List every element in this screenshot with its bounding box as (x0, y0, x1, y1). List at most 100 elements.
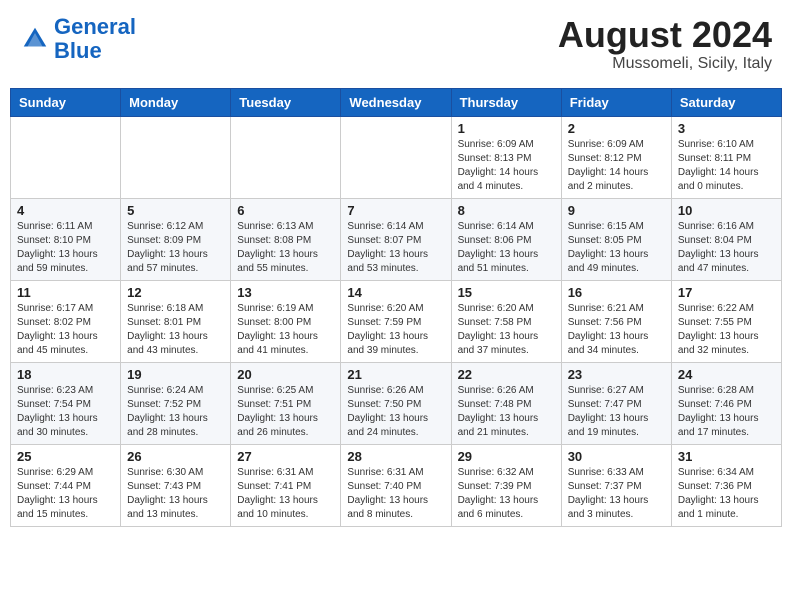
day-info: Sunrise: 6:16 AM Sunset: 8:04 PM Dayligh… (678, 220, 775, 276)
calendar-cell: 1 Sunrise: 6:09 AM Sunset: 8:13 PM Daylig… (451, 116, 561, 198)
calendar-cell: 6Sunrise: 6:13 AM Sunset: 8:08 PM Daylig… (231, 198, 341, 280)
calendar: SundayMondayTuesdayWednesdayThursdayFrid… (10, 88, 782, 527)
day-of-week-sunday: Sunday (11, 88, 121, 116)
calendar-cell: 26 Sunrise: 6:30 AM Sunset: 7:43 PM Dayli… (121, 444, 231, 526)
day-info: Sunrise: 6:31 AM Sunset: 7:41 PM Dayligh… (237, 466, 334, 522)
day-info: Sunrise: 6:26 AM Sunset: 7:48 PM Dayligh… (458, 384, 555, 440)
day-info: Sunrise: 6:31 AM Sunset: 7:40 PM Dayligh… (347, 466, 444, 522)
day-of-week-wednesday: Wednesday (341, 88, 451, 116)
day-number: 19 (127, 367, 224, 382)
day-number: 20 (237, 367, 334, 382)
day-info: Sunrise: 6:20 AM Sunset: 7:58 PM Dayligh… (458, 302, 555, 358)
day-of-week-tuesday: Tuesday (231, 88, 341, 116)
day-number: 3 (678, 121, 775, 136)
calendar-cell: 31 Sunrise: 6:34 AM Sunset: 7:36 PM Dayli… (671, 444, 781, 526)
day-number: 26 (127, 449, 224, 464)
month-year: August 2024 (558, 15, 772, 55)
day-number: 4 (17, 203, 114, 218)
calendar-cell: 13Sunrise: 6:19 AM Sunset: 8:00 PM Dayli… (231, 280, 341, 362)
title-block: August 2024 Mussomeli, Sicily, Italy (558, 15, 772, 73)
calendar-cell: 24 Sunrise: 6:28 AM Sunset: 7:46 PM Dayli… (671, 362, 781, 444)
calendar-cell: 7Sunrise: 6:14 AM Sunset: 8:07 PM Daylig… (341, 198, 451, 280)
week-row-4: 18Sunrise: 6:23 AM Sunset: 7:54 PM Dayli… (11, 362, 782, 444)
day-info: Sunrise: 6:14 AM Sunset: 8:07 PM Dayligh… (347, 220, 444, 276)
day-of-week-monday: Monday (121, 88, 231, 116)
calendar-cell: 12Sunrise: 6:18 AM Sunset: 8:01 PM Dayli… (121, 280, 231, 362)
calendar-cell: 11 Sunrise: 6:17 AM Sunset: 8:02 PM Dayli… (11, 280, 121, 362)
day-info: Sunrise: 6:27 AM Sunset: 7:47 PM Dayligh… (568, 384, 665, 440)
calendar-body: 1 Sunrise: 6:09 AM Sunset: 8:13 PM Daylig… (11, 116, 782, 526)
calendar-cell: 28 Sunrise: 6:31 AM Sunset: 7:40 PM Dayli… (341, 444, 451, 526)
week-row-3: 11 Sunrise: 6:17 AM Sunset: 8:02 PM Dayli… (11, 280, 782, 362)
day-info: Sunrise: 6:28 AM Sunset: 7:46 PM Dayligh… (678, 384, 775, 440)
logo-text: General Blue (54, 15, 136, 63)
day-info: Sunrise: 6:14 AM Sunset: 8:06 PM Dayligh… (458, 220, 555, 276)
day-number: 18 (17, 367, 114, 382)
day-number: 25 (17, 449, 114, 464)
calendar-cell: 10Sunrise: 6:16 AM Sunset: 8:04 PM Dayli… (671, 198, 781, 280)
day-info: Sunrise: 6:18 AM Sunset: 8:01 PM Dayligh… (127, 302, 224, 358)
day-number: 30 (568, 449, 665, 464)
day-info: Sunrise: 6:17 AM Sunset: 8:02 PM Dayligh… (17, 302, 114, 358)
calendar-cell: 19 Sunrise: 6:24 AM Sunset: 7:52 PM Dayli… (121, 362, 231, 444)
day-info: Sunrise: 6:33 AM Sunset: 7:37 PM Dayligh… (568, 466, 665, 522)
calendar-cell: 29Sunrise: 6:32 AM Sunset: 7:39 PM Dayli… (451, 444, 561, 526)
day-info: Sunrise: 6:09 AM Sunset: 8:12 PM Dayligh… (568, 138, 665, 194)
day-number: 29 (458, 449, 555, 464)
day-number: 5 (127, 203, 224, 218)
day-info: Sunrise: 6:26 AM Sunset: 7:50 PM Dayligh… (347, 384, 444, 440)
day-of-week-thursday: Thursday (451, 88, 561, 116)
day-number: 6 (237, 203, 334, 218)
day-info: Sunrise: 6:15 AM Sunset: 8:05 PM Dayligh… (568, 220, 665, 276)
day-number: 11 (17, 285, 114, 300)
logo: General Blue (20, 15, 136, 63)
day-number: 24 (678, 367, 775, 382)
day-of-week-friday: Friday (561, 88, 671, 116)
calendar-cell: 25 Sunrise: 6:29 AM Sunset: 7:44 PM Dayli… (11, 444, 121, 526)
week-row-2: 4Sunrise: 6:11 AM Sunset: 8:10 PM Daylig… (11, 198, 782, 280)
day-info: Sunrise: 6:25 AM Sunset: 7:51 PM Dayligh… (237, 384, 334, 440)
day-info: Sunrise: 6:34 AM Sunset: 7:36 PM Dayligh… (678, 466, 775, 522)
calendar-cell: 21 Sunrise: 6:26 AM Sunset: 7:50 PM Dayli… (341, 362, 451, 444)
day-number: 9 (568, 203, 665, 218)
day-info: Sunrise: 6:24 AM Sunset: 7:52 PM Dayligh… (127, 384, 224, 440)
calendar-cell: 15 Sunrise: 6:20 AM Sunset: 7:58 PM Dayli… (451, 280, 561, 362)
day-number: 1 (458, 121, 555, 136)
days-of-week-row: SundayMondayTuesdayWednesdayThursdayFrid… (11, 88, 782, 116)
calendar-cell (121, 116, 231, 198)
calendar-cell: 18Sunrise: 6:23 AM Sunset: 7:54 PM Dayli… (11, 362, 121, 444)
day-number: 13 (237, 285, 334, 300)
day-info: Sunrise: 6:22 AM Sunset: 7:55 PM Dayligh… (678, 302, 775, 358)
day-number: 22 (458, 367, 555, 382)
day-info: Sunrise: 6:09 AM Sunset: 8:13 PM Dayligh… (458, 138, 555, 194)
calendar-cell: 27Sunrise: 6:31 AM Sunset: 7:41 PM Dayli… (231, 444, 341, 526)
day-number: 15 (458, 285, 555, 300)
day-number: 28 (347, 449, 444, 464)
day-info: Sunrise: 6:30 AM Sunset: 7:43 PM Dayligh… (127, 466, 224, 522)
calendar-cell: 17 Sunrise: 6:22 AM Sunset: 7:55 PM Dayli… (671, 280, 781, 362)
day-info: Sunrise: 6:21 AM Sunset: 7:56 PM Dayligh… (568, 302, 665, 358)
week-row-1: 1 Sunrise: 6:09 AM Sunset: 8:13 PM Daylig… (11, 116, 782, 198)
calendar-cell (341, 116, 451, 198)
calendar-cell: 16 Sunrise: 6:21 AM Sunset: 7:56 PM Dayli… (561, 280, 671, 362)
calendar-cell: 22 Sunrise: 6:26 AM Sunset: 7:48 PM Dayli… (451, 362, 561, 444)
day-number: 31 (678, 449, 775, 464)
calendar-cell: 9 Sunrise: 6:15 AM Sunset: 8:05 PM Daylig… (561, 198, 671, 280)
calendar-cell: 2Sunrise: 6:09 AM Sunset: 8:12 PM Daylig… (561, 116, 671, 198)
day-info: Sunrise: 6:29 AM Sunset: 7:44 PM Dayligh… (17, 466, 114, 522)
day-of-week-saturday: Saturday (671, 88, 781, 116)
calendar-cell: 14Sunrise: 6:20 AM Sunset: 7:59 PM Dayli… (341, 280, 451, 362)
day-number: 21 (347, 367, 444, 382)
day-info: Sunrise: 6:20 AM Sunset: 7:59 PM Dayligh… (347, 302, 444, 358)
calendar-cell: 5 Sunrise: 6:12 AM Sunset: 8:09 PM Daylig… (121, 198, 231, 280)
day-info: Sunrise: 6:12 AM Sunset: 8:09 PM Dayligh… (127, 220, 224, 276)
calendar-cell (11, 116, 121, 198)
day-number: 16 (568, 285, 665, 300)
calendar-cell: 20 Sunrise: 6:25 AM Sunset: 7:51 PM Dayli… (231, 362, 341, 444)
calendar-header: SundayMondayTuesdayWednesdayThursdayFrid… (11, 88, 782, 116)
page-header: General Blue August 2024 Mussomeli, Sici… (10, 10, 782, 78)
day-number: 17 (678, 285, 775, 300)
day-info: Sunrise: 6:10 AM Sunset: 8:11 PM Dayligh… (678, 138, 775, 194)
location: Mussomeli, Sicily, Italy (558, 55, 772, 73)
day-number: 23 (568, 367, 665, 382)
